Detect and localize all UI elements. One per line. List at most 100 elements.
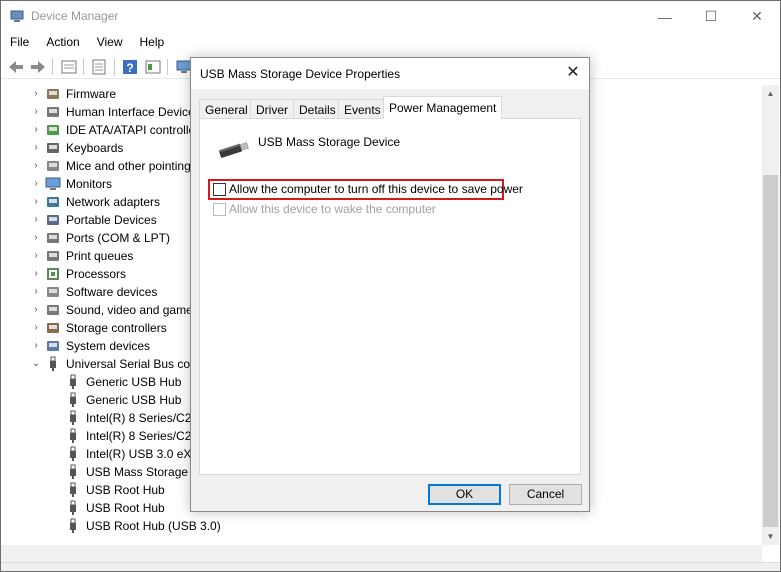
chevron-right-icon[interactable]: › — [31, 106, 41, 118]
menu-view[interactable]: View — [88, 32, 131, 53]
tree-item-label: USB Root Hub — [86, 483, 165, 497]
close-button[interactable]: ✕ — [734, 1, 780, 32]
tree-item-label: Storage controllers — [66, 321, 167, 335]
device-name: USB Mass Storage Device — [258, 135, 401, 149]
menu-help[interactable]: Help — [131, 32, 173, 53]
tree-item-label: Software devices — [66, 285, 158, 299]
tree-item-label: Monitors — [66, 177, 113, 191]
tree-item-label: Universal Serial Bus cont — [66, 357, 201, 371]
chevron-right-icon[interactable]: › — [31, 340, 41, 352]
tree-item-label: USB Root Hub — [86, 501, 165, 515]
tree-device[interactable]: USB Root Hub (USB 3.0) — [1, 517, 761, 535]
minimize-icon: — — [658, 8, 672, 25]
tree-item-label: Firmware — [66, 87, 116, 101]
properties-icon[interactable] — [60, 58, 78, 76]
monitor-icon — [45, 177, 61, 190]
chevron-right-icon[interactable]: › — [31, 322, 41, 334]
menu-bar: File Action View Help — [1, 32, 780, 53]
chevron-down-icon[interactable]: ⌄ — [31, 358, 41, 370]
usb-icon — [70, 446, 76, 461]
tree-item-label: Mice and other pointing — [66, 159, 191, 173]
chevron-right-icon[interactable]: › — [31, 142, 41, 154]
chevron-right-icon[interactable]: › — [31, 160, 41, 172]
vertical-scrollbar[interactable]: ▲ ▼ — [762, 85, 779, 545]
tree-item-label: Sound, video and game — [66, 303, 193, 317]
chevron-right-icon[interactable]: › — [31, 124, 41, 136]
network-icon — [47, 197, 59, 207]
tree-item-label: Intel(R) 8 Series/C220 — [86, 411, 205, 425]
forward-icon[interactable] — [29, 58, 47, 76]
usb-icon — [50, 356, 56, 371]
chevron-right-icon[interactable]: › — [31, 250, 41, 262]
close-icon: ✕ — [751, 8, 763, 24]
dialog-title-bar: USB Mass Storage Device Properties ✕ — [191, 58, 589, 89]
view-icon[interactable] — [144, 58, 162, 76]
chevron-right-icon[interactable]: › — [31, 196, 41, 208]
horizontal-scrollbar[interactable] — [1, 545, 762, 562]
toolbar-separator — [83, 59, 84, 75]
portable-icon — [47, 215, 59, 225]
maximize-icon: ☐ — [704, 8, 718, 24]
tree-item-label: Human Interface Device — [66, 105, 195, 119]
processor-icon — [47, 268, 59, 280]
title-bar: Device Manager — ☐ ✕ — [1, 1, 780, 32]
port-icon — [47, 233, 59, 243]
chevron-right-icon[interactable]: › — [31, 304, 41, 316]
tree-item-label: Network adapters — [66, 195, 161, 209]
tree-item-label: Keyboards — [66, 141, 124, 155]
allow-turn-off-checkbox[interactable] — [213, 183, 226, 196]
chevron-right-icon[interactable]: › — [31, 214, 41, 226]
minimize-button[interactable]: — — [642, 1, 688, 32]
usb-icon — [70, 518, 76, 533]
chevron-right-icon[interactable]: › — [31, 178, 41, 190]
chevron-right-icon[interactable]: › — [31, 268, 41, 280]
scrollbar-thumb[interactable] — [763, 175, 778, 527]
chevron-right-icon[interactable]: › — [31, 88, 41, 100]
allow-turn-off-label[interactable]: Allow the computer to turn off this devi… — [229, 182, 523, 196]
tab-details[interactable]: Details — [293, 99, 342, 119]
scroll-up-icon[interactable]: ▲ — [762, 85, 779, 102]
tab-driver[interactable]: Driver — [250, 99, 294, 119]
menu-file[interactable]: File — [1, 32, 37, 53]
help-icon[interactable]: ? — [121, 58, 139, 76]
usb-icon — [70, 428, 76, 443]
dialog-title: USB Mass Storage Device Properties — [200, 67, 401, 81]
usb-icon — [70, 410, 76, 425]
tree-item-label: Ports (COM & LPT) — [66, 231, 171, 245]
close-icon: ✕ — [566, 64, 580, 81]
device-manager-icon — [10, 10, 24, 22]
details-icon[interactable] — [90, 58, 108, 76]
tab-events[interactable]: Events — [338, 99, 387, 119]
toolbar-separator — [114, 59, 115, 75]
chevron-right-icon[interactable]: › — [31, 286, 41, 298]
dialog-close-button[interactable]: ✕ — [563, 63, 583, 83]
storage-icon — [47, 323, 59, 333]
back-icon[interactable] — [7, 58, 25, 76]
svg-text:?: ? — [126, 61, 133, 75]
ok-button[interactable]: OK — [428, 484, 501, 505]
tree-item-label: System devices — [66, 339, 151, 353]
ide-icon — [47, 125, 59, 135]
tree-item-label: Processors — [66, 267, 127, 281]
software-icon — [47, 287, 59, 297]
usb-icon — [70, 464, 76, 479]
usb-icon — [70, 392, 76, 407]
cancel-button[interactable]: Cancel — [509, 484, 582, 505]
maximize-button[interactable]: ☐ — [688, 1, 734, 32]
tree-item-label: USB Root Hub (USB 3.0) — [86, 519, 221, 533]
window-title: Device Manager — [31, 9, 119, 23]
system-icon — [47, 341, 59, 351]
scroll-down-icon[interactable]: ▼ — [762, 528, 779, 545]
properties-dialog: USB Mass Storage Device Properties ✕ Gen… — [190, 57, 590, 512]
tree-item-label: Intel(R) USB 3.0 eXte — [86, 447, 202, 461]
menu-action[interactable]: Action — [37, 32, 87, 53]
tab-power-management[interactable]: Power Management — [383, 96, 503, 119]
chevron-right-icon[interactable]: › — [31, 232, 41, 244]
mouse-icon — [47, 161, 59, 171]
tree-item-label: Generic USB Hub — [86, 393, 182, 407]
tree-item-label: USB Mass Storage De — [86, 465, 207, 479]
allow-wake-checkbox[interactable] — [213, 203, 226, 216]
allow-wake-label: Allow this device to wake the computer — [229, 202, 436, 216]
tab-general[interactable]: General — [199, 99, 254, 119]
hid-icon — [47, 107, 59, 117]
